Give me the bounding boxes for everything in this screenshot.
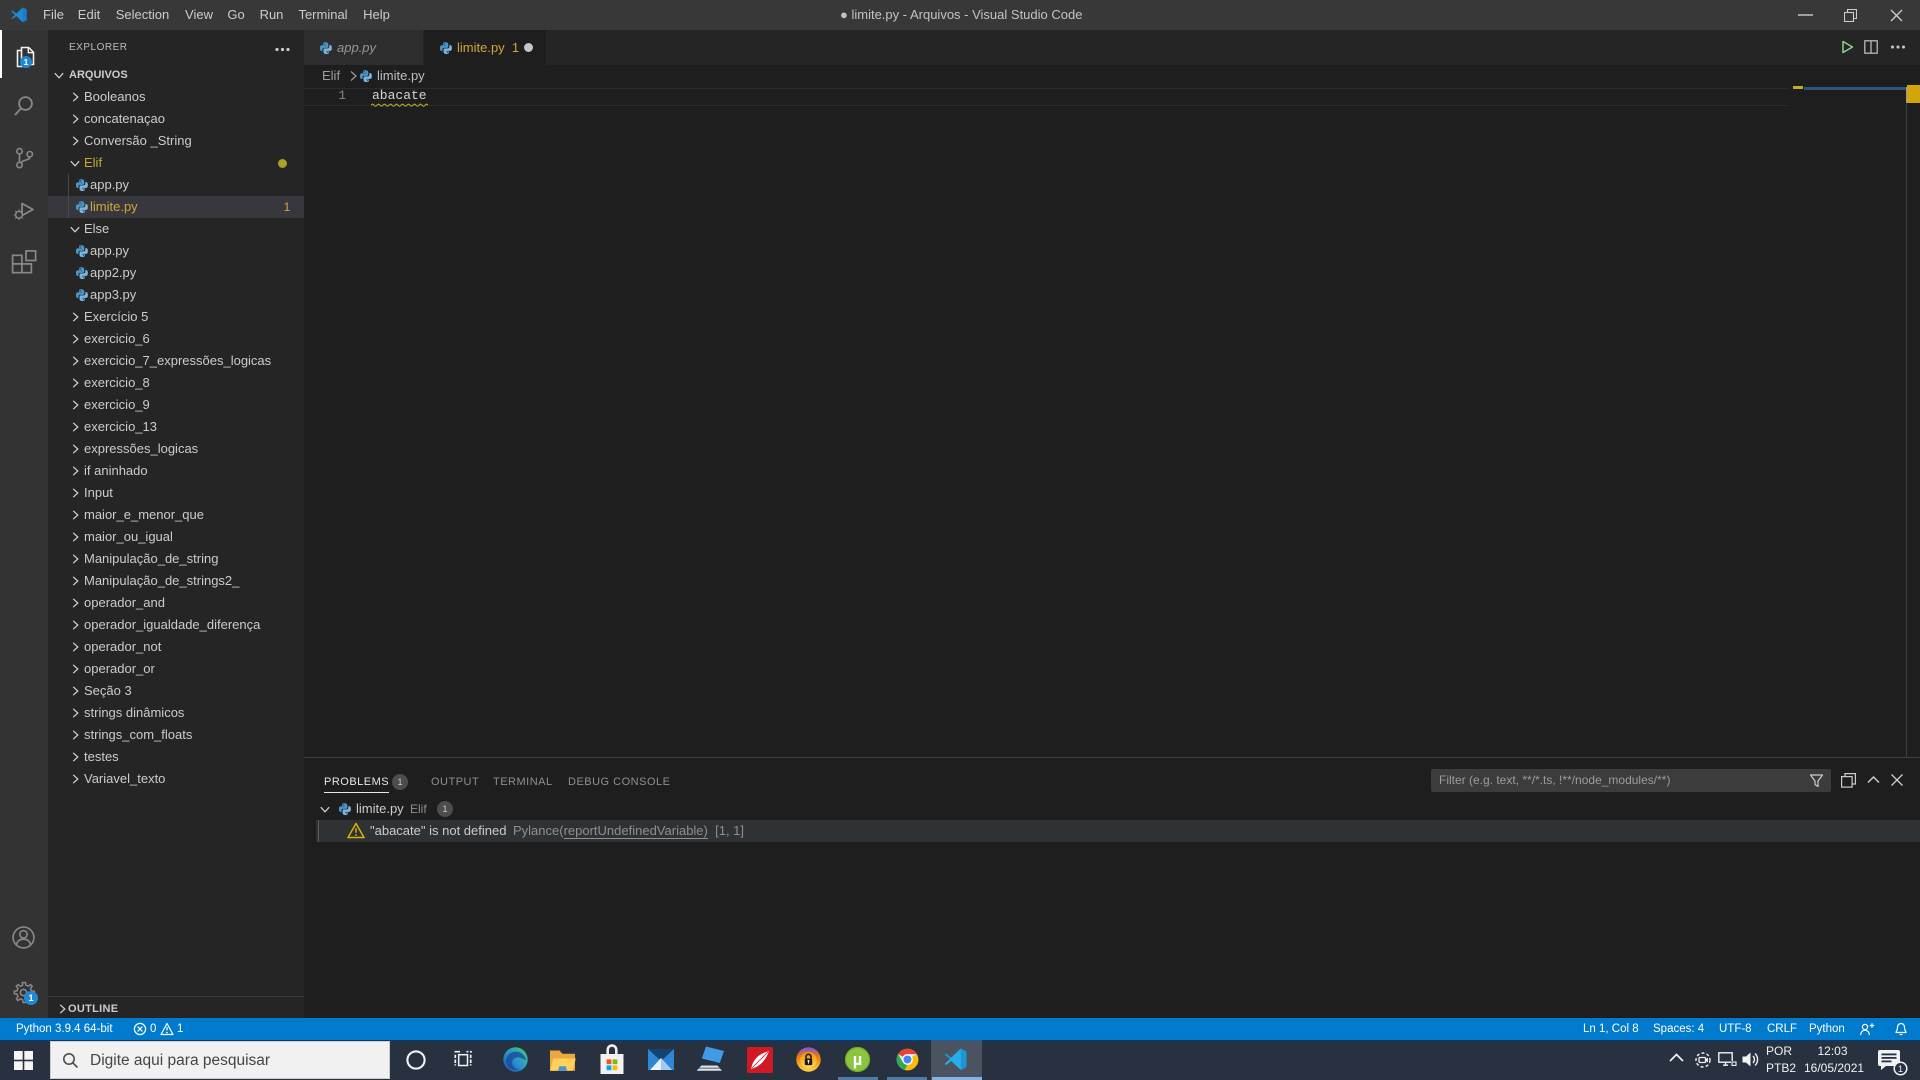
svg-text:µ: µ [853,1051,863,1069]
svg-text:1: 1 [1898,1064,1903,1074]
